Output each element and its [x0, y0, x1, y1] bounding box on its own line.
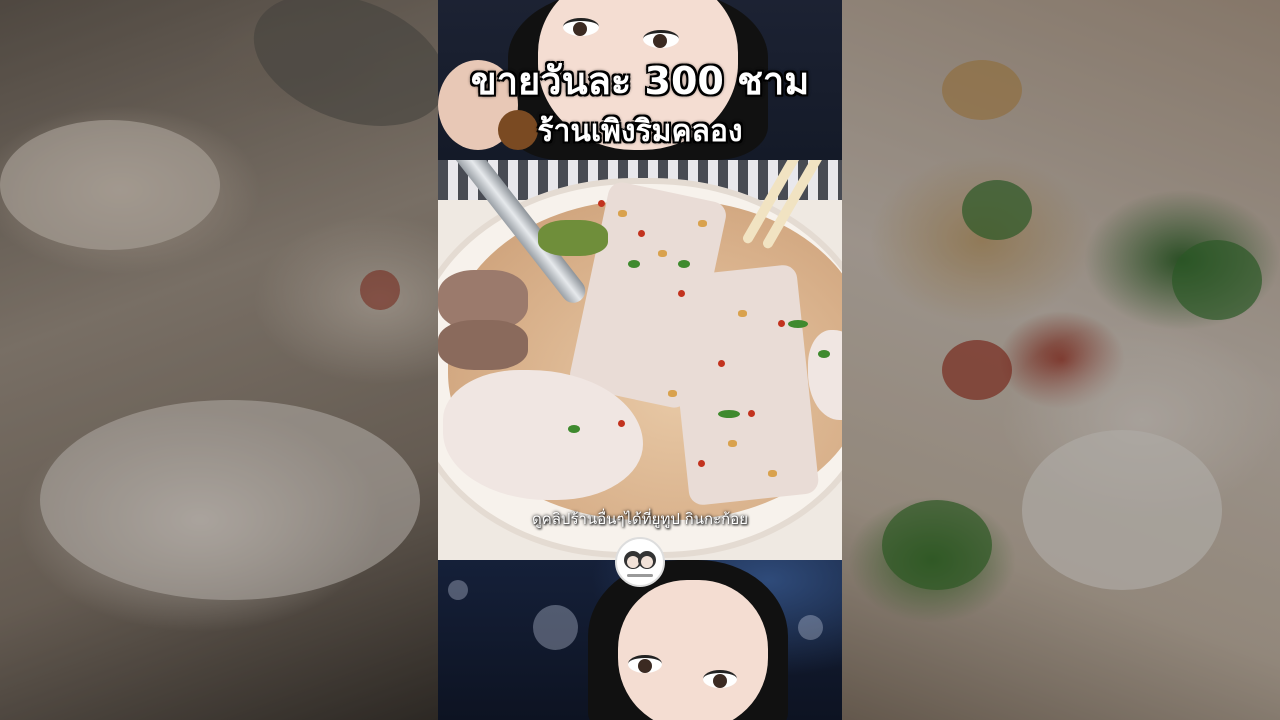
blurred-background-left	[0, 0, 438, 720]
channel-logo-icon	[615, 537, 665, 587]
headline-title: ขายวันละ 300 ชาม	[470, 59, 810, 103]
caption-text: ดูคลิปร้านอื่นๆได้ที่ยูทูป กินกะก้อย	[531, 510, 749, 528]
headline-subtitle: ร้านเพิงริมคลอง	[537, 114, 743, 149]
video-content: ขายวันละ 300 ชาม ร้านเพิงริมคลอง ดูคลิปร…	[438, 0, 842, 720]
cartoon-face-bottom	[618, 580, 768, 720]
video-frame: ขายวันละ 300 ชาม ร้านเพิงริมคลอง ดูคลิปร…	[0, 0, 1280, 720]
food-photo	[438, 160, 842, 560]
blurred-background-right	[842, 0, 1280, 720]
